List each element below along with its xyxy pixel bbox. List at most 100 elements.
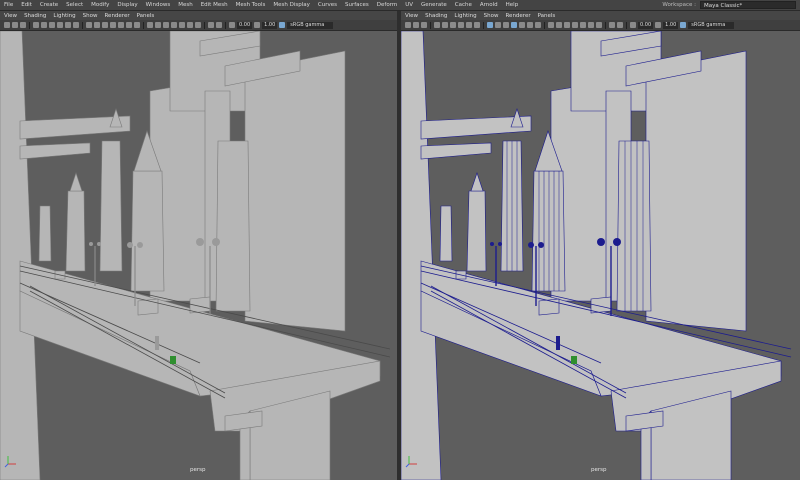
gamma-icon[interactable] bbox=[655, 22, 662, 28]
anti-aliasing-icon[interactable] bbox=[187, 22, 193, 28]
grid-icon[interactable] bbox=[434, 22, 440, 28]
gamma-field[interactable]: 1.00 bbox=[663, 21, 679, 29]
image-plane-icon[interactable] bbox=[421, 22, 427, 28]
gate-mask-icon[interactable] bbox=[458, 22, 464, 28]
exposure-icon[interactable] bbox=[630, 22, 636, 28]
menu-create[interactable]: Create bbox=[36, 0, 62, 10]
xray-joints-icon[interactable] bbox=[155, 22, 161, 28]
wireframe-icon[interactable] bbox=[86, 22, 92, 28]
isolate-select-icon[interactable] bbox=[208, 22, 214, 28]
right-menu-shading[interactable]: Shading bbox=[421, 13, 450, 19]
screen-space-ao-icon[interactable] bbox=[171, 22, 177, 28]
left-menu-show[interactable]: Show bbox=[79, 13, 101, 19]
resolution-gate-icon[interactable] bbox=[49, 22, 55, 28]
xray-active-icon[interactable] bbox=[617, 22, 623, 28]
isolate-select-icon[interactable] bbox=[609, 22, 615, 28]
workspace-dropdown[interactable]: Maya Classic* bbox=[700, 1, 796, 9]
right-menu-panels[interactable]: Panels bbox=[534, 13, 559, 19]
depth-of-field-icon[interactable] bbox=[596, 22, 602, 28]
gamma-field[interactable]: 1.00 bbox=[262, 21, 278, 29]
anti-aliasing-icon[interactable] bbox=[588, 22, 594, 28]
smooth-shade-icon[interactable] bbox=[94, 22, 100, 28]
menu-edit[interactable]: Edit bbox=[17, 0, 36, 10]
gamma-icon[interactable] bbox=[254, 22, 261, 28]
gate-mask-icon[interactable] bbox=[57, 22, 63, 28]
screen-space-ao-icon[interactable] bbox=[572, 22, 578, 28]
left-panel-menubar: View Shading Lighting Show Renderer Pane… bbox=[0, 11, 397, 20]
menu-cache[interactable]: Cache bbox=[451, 0, 476, 10]
menu-modify[interactable]: Modify bbox=[87, 0, 113, 10]
left-menu-shading[interactable]: Shading bbox=[20, 13, 49, 19]
toolbar-separator bbox=[430, 21, 431, 29]
motion-blur-icon[interactable] bbox=[179, 22, 185, 28]
right-menu-view[interactable]: View bbox=[401, 13, 421, 19]
color-space-dropdown[interactable]: sRGB gamma bbox=[688, 21, 735, 29]
menu-generate[interactable]: Generate bbox=[417, 0, 451, 10]
left-menu-panels[interactable]: Panels bbox=[133, 13, 158, 19]
default-lighting-icon[interactable] bbox=[503, 22, 509, 28]
menu-surfaces[interactable]: Surfaces bbox=[341, 0, 373, 10]
menu-uv[interactable]: UV bbox=[401, 0, 417, 10]
xray-icon[interactable] bbox=[147, 22, 153, 28]
textured-icon[interactable] bbox=[118, 22, 124, 28]
left-viewport[interactable] bbox=[0, 31, 397, 480]
depth-of-field-icon[interactable] bbox=[195, 22, 201, 28]
right-menu-show[interactable]: Show bbox=[480, 13, 502, 19]
left-menu-view[interactable]: View bbox=[0, 13, 20, 19]
safe-action-icon[interactable] bbox=[474, 22, 480, 28]
film-gate-icon[interactable] bbox=[442, 22, 448, 28]
menu-deform[interactable]: Deform bbox=[373, 0, 401, 10]
menu-edit-mesh[interactable]: Edit Mesh bbox=[197, 0, 232, 10]
wireframe-on-shaded-icon[interactable] bbox=[110, 22, 116, 28]
menu-mesh-tools[interactable]: Mesh Tools bbox=[232, 0, 270, 10]
resolution-gate-icon[interactable] bbox=[450, 22, 456, 28]
color-space-dropdown[interactable]: sRGB gamma bbox=[287, 21, 334, 29]
xray-active-icon[interactable] bbox=[216, 22, 222, 28]
menu-windows[interactable]: Windows bbox=[142, 0, 175, 10]
safe-action-icon[interactable] bbox=[73, 22, 79, 28]
motion-blur-icon[interactable] bbox=[580, 22, 586, 28]
field-chart-icon[interactable] bbox=[466, 22, 472, 28]
grid-icon[interactable] bbox=[33, 22, 39, 28]
camera-attributes-icon[interactable] bbox=[4, 22, 10, 28]
left-menu-lighting[interactable]: Lighting bbox=[49, 13, 78, 19]
backface-culling-icon[interactable] bbox=[163, 22, 169, 28]
xray-joints-icon[interactable] bbox=[556, 22, 562, 28]
toolbar-separator bbox=[204, 21, 205, 29]
menu-arnold[interactable]: Arnold bbox=[476, 0, 502, 10]
menu-help[interactable]: Help bbox=[502, 0, 523, 10]
exposure-icon[interactable] bbox=[229, 22, 235, 28]
shadows-icon[interactable] bbox=[134, 22, 140, 28]
scene-wireframe-on-shaded bbox=[401, 31, 792, 480]
menu-file[interactable]: File bbox=[0, 0, 17, 10]
use-all-lights-icon[interactable] bbox=[527, 22, 533, 28]
menu-mesh[interactable]: Mesh bbox=[174, 0, 196, 10]
color-management-icon[interactable] bbox=[279, 22, 286, 28]
bookmark-icon[interactable] bbox=[413, 22, 419, 28]
camera-attributes-icon[interactable] bbox=[405, 22, 411, 28]
right-menu-lighting[interactable]: Lighting bbox=[450, 13, 479, 19]
shadows-icon[interactable] bbox=[535, 22, 541, 28]
default-lighting-icon[interactable] bbox=[102, 22, 108, 28]
backface-culling-icon[interactable] bbox=[564, 22, 570, 28]
textured-icon[interactable] bbox=[519, 22, 525, 28]
menu-display[interactable]: Display bbox=[113, 0, 141, 10]
color-management-icon[interactable] bbox=[680, 22, 687, 28]
use-all-lights-icon[interactable] bbox=[126, 22, 132, 28]
bookmark-icon[interactable] bbox=[12, 22, 18, 28]
left-menu-renderer[interactable]: Renderer bbox=[100, 13, 132, 19]
image-plane-icon[interactable] bbox=[20, 22, 26, 28]
wireframe-on-shaded-icon[interactable] bbox=[511, 22, 517, 28]
menu-curves[interactable]: Curves bbox=[314, 0, 341, 10]
right-menu-renderer[interactable]: Renderer bbox=[501, 13, 533, 19]
menu-mesh-display[interactable]: Mesh Display bbox=[269, 0, 314, 10]
exposure-field[interactable]: 0.00 bbox=[237, 21, 253, 29]
menu-select[interactable]: Select bbox=[62, 0, 87, 10]
xray-icon[interactable] bbox=[548, 22, 554, 28]
field-chart-icon[interactable] bbox=[65, 22, 71, 28]
right-viewport[interactable] bbox=[401, 31, 800, 480]
film-gate-icon[interactable] bbox=[41, 22, 47, 28]
exposure-field[interactable]: 0.00 bbox=[638, 21, 654, 29]
smooth-shade-icon[interactable] bbox=[495, 22, 501, 28]
wireframe-icon[interactable] bbox=[487, 22, 493, 28]
